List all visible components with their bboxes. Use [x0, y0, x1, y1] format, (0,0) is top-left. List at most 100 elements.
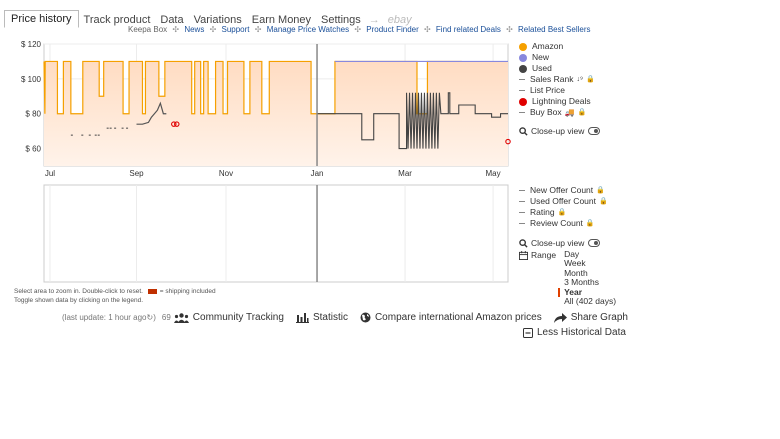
legend-label: Used Offer Count	[530, 196, 596, 206]
tab-price-history[interactable]: Price history	[4, 10, 79, 28]
product-finder-link[interactable]: Product Finder	[366, 25, 418, 34]
used-point	[106, 127, 109, 129]
support-link[interactable]: Support	[222, 25, 250, 34]
used-point	[109, 127, 112, 129]
toggle-switch[interactable]	[588, 127, 601, 135]
share-icon	[553, 312, 567, 323]
legend-label: Sales Rank	[530, 74, 574, 84]
y-tick-label: $ 100	[21, 75, 42, 84]
refresh-icon[interactable]: ↻)	[147, 313, 156, 322]
y-tick-label: $ 120	[21, 40, 42, 49]
legend-buy-box[interactable]: Buy Box 🚚 🔒	[519, 107, 600, 118]
legend-review-count[interactable]: Review Count 🔒	[519, 218, 608, 229]
dash-icon	[519, 212, 525, 213]
users-icon	[173, 312, 189, 323]
price-legend: Amazon New Used Sales Rank ↓⁹ 🔒 List Price…	[519, 41, 601, 136]
new-dot-icon	[519, 53, 527, 62]
offer-count-chart[interactable]	[0, 182, 512, 284]
share-graph-label: Share Graph	[570, 312, 628, 323]
legend-new-offer-count[interactable]: New Offer Count 🔒	[519, 185, 608, 196]
last-update-text: (last update: 1 hour ago	[62, 313, 147, 322]
lock-icon: 🔒	[585, 76, 595, 83]
lock-icon: 🔒	[577, 109, 587, 116]
dash-icon	[519, 90, 525, 91]
statistic-label: Statistic	[312, 312, 348, 323]
community-tracking-link[interactable]: Community Tracking	[173, 312, 284, 323]
magnifier-icon	[519, 126, 528, 136]
globe-icon	[360, 312, 371, 323]
price-history-chart[interactable]: $ 120 $ 100 $ 80 $ 60 Jul Sep Nov Jan Mar May	[0, 38, 512, 183]
legend-label: List Price	[530, 85, 565, 95]
legend-list-price[interactable]: List Price	[519, 85, 600, 96]
legend-hint: Toggle shown data by clicking on the leg…	[14, 297, 144, 304]
dash-icon	[519, 112, 525, 113]
x-tick-label: Jul	[45, 169, 55, 178]
minus-square-icon	[523, 327, 533, 338]
closeup-label: Close-up view	[531, 238, 585, 248]
used-point	[114, 127, 117, 129]
closeup-label: Close-up view	[531, 126, 585, 136]
find-related-deals-link[interactable]: Find related Deals	[436, 25, 501, 34]
closeup-toggle-top[interactable]: Close-up view	[519, 126, 601, 136]
related-best-sellers-link[interactable]: Related Best Sellers	[518, 25, 590, 34]
share-graph-link[interactable]: Share Graph	[553, 312, 628, 323]
legend-label: Buy Box	[530, 107, 562, 117]
legend-label: Lightning Deals	[532, 96, 591, 106]
keepa-box-label: Keepa Box	[128, 25, 168, 34]
legend-label: New Offer Count	[530, 185, 594, 195]
magnifier-icon	[519, 238, 528, 248]
legend-label: Review Count	[530, 218, 583, 228]
zoom-hint: Select area to zoom in. Double-click to …	[14, 288, 143, 295]
less-historical-data-label: Less Historical Data	[537, 327, 626, 338]
lock-icon: 🔒	[585, 220, 595, 227]
range-options: Day Week Month 3 Months Year All (402 da…	[558, 249, 616, 306]
manage-price-watches-link[interactable]: Manage Price Watches	[267, 25, 349, 34]
x-tick-label: Mar	[398, 169, 412, 178]
legend-label: Amazon	[532, 41, 564, 51]
legend-sales-rank[interactable]: Sales Rank ↓⁹ 🔒	[519, 74, 600, 85]
x-tick-label: Nov	[219, 169, 233, 178]
used-point	[126, 127, 129, 129]
range-selector: Range Day Week Month 3 Months Year All (…	[519, 249, 616, 306]
statistic-link[interactable]: Statistic	[295, 312, 348, 323]
used-point	[97, 134, 100, 136]
compare-international-link[interactable]: Compare international Amazon prices	[360, 312, 542, 323]
range-label-group: Range	[519, 250, 556, 306]
legend-lightning-deals[interactable]: Lightning Deals	[519, 96, 600, 107]
legend-label: Rating	[530, 207, 555, 217]
chart-notes: Select area to zoom in. Double-click to …	[14, 287, 216, 305]
used-point	[94, 134, 97, 136]
legend-new[interactable]: New	[519, 52, 600, 63]
lightning-dot-icon	[519, 97, 527, 106]
legend-used[interactable]: Used	[519, 63, 600, 74]
compare-label: Compare international Amazon prices	[374, 312, 542, 323]
bar-chart-icon	[295, 312, 309, 323]
legend-label: Used	[532, 63, 552, 73]
lock-icon: 🔒	[599, 198, 608, 205]
dash-icon	[519, 223, 525, 224]
separator-icon: ✣	[506, 25, 513, 34]
lock-icon: 🔒	[596, 187, 605, 194]
separator-icon: ✣	[354, 25, 362, 34]
tracking-count: 69	[161, 313, 171, 322]
used-dot-icon	[519, 64, 527, 73]
closeup-toggle-bottom[interactable]: Close-up view	[519, 238, 608, 248]
dash-icon	[519, 79, 525, 80]
news-link[interactable]: News	[184, 25, 204, 34]
less-historical-data-link[interactable]: Less Historical Data	[523, 327, 626, 338]
x-tick-label: Jan	[311, 169, 324, 178]
used-point	[70, 134, 73, 136]
range-all[interactable]: All (402 days)	[564, 296, 616, 306]
legend-amazon[interactable]: Amazon	[519, 41, 600, 52]
y-tick-label: $ 80	[25, 110, 41, 119]
truck-icon: 🚚	[564, 108, 575, 117]
calendar-icon	[519, 251, 528, 260]
x-tick-label: May	[486, 169, 501, 178]
legend-used-offer-count[interactable]: Used Offer Count 🔒	[519, 196, 608, 207]
shipping-hint: = shipping included	[159, 288, 216, 295]
x-tick-label: Sep	[129, 169, 144, 178]
toggle-switch[interactable]	[588, 239, 601, 247]
legend-rating[interactable]: Rating 🔒	[519, 207, 608, 218]
range-label: Range	[531, 250, 557, 260]
used-point	[88, 134, 91, 136]
